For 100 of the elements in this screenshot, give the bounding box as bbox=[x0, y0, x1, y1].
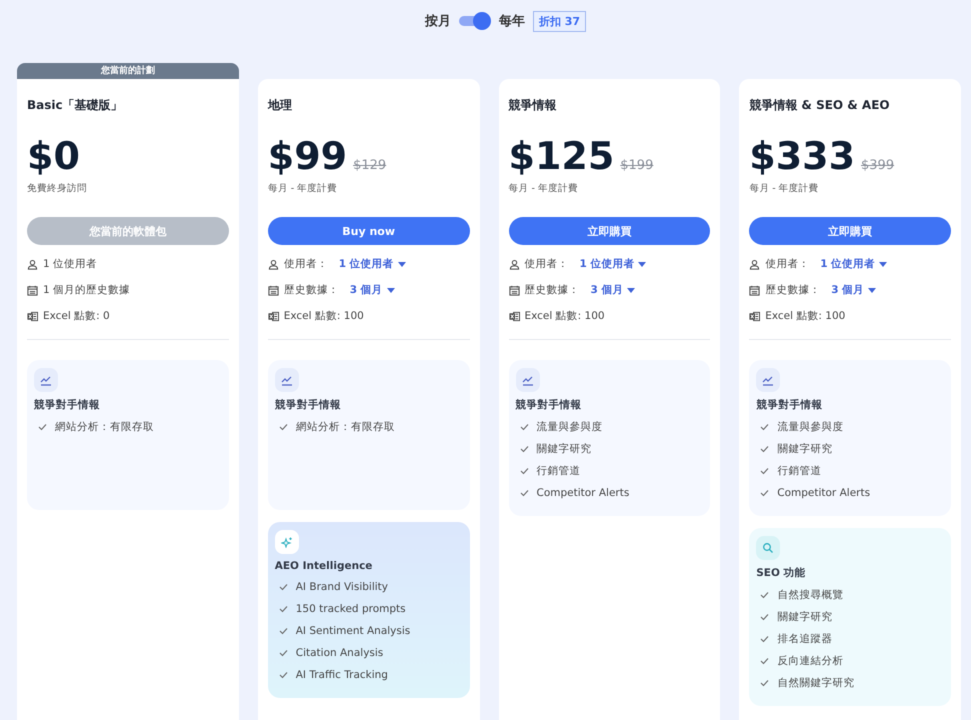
user-icon bbox=[27, 258, 38, 270]
billing-period: 每月 - 年度計費 bbox=[749, 182, 820, 195]
feature-item: AI Brand Visibility bbox=[296, 581, 388, 593]
check-icon bbox=[760, 591, 770, 599]
calendar-icon bbox=[508, 284, 520, 296]
billing-toggle[interactable] bbox=[458, 12, 491, 30]
original-price: $199 bbox=[620, 158, 654, 173]
check-icon bbox=[38, 423, 47, 431]
price: $0 bbox=[27, 136, 80, 176]
check-icon bbox=[278, 605, 288, 613]
feature-item: 關鍵字研究 bbox=[536, 442, 592, 456]
spec-dropdown[interactable]: 3 個月 bbox=[350, 283, 395, 297]
caret-icon bbox=[386, 288, 395, 292]
caret-icon bbox=[638, 262, 646, 266]
chart-line-icon bbox=[34, 368, 58, 392]
calendar-icon bbox=[27, 284, 38, 296]
spec-dropdown[interactable]: 3 個月 bbox=[831, 283, 876, 297]
feature-item: 流量與參與度 bbox=[777, 420, 844, 434]
plan-name: 競爭情報 & SEO & AEO bbox=[749, 97, 891, 114]
feature-group-title: 競爭對手情報 bbox=[516, 398, 582, 412]
check-icon bbox=[278, 583, 288, 591]
buy-button[interactable]: 立即購買 bbox=[749, 217, 951, 245]
spec-label: Excel 點數: 100 bbox=[284, 309, 364, 323]
feature-item: 行銷管道 bbox=[536, 464, 580, 478]
feature-item: 自然搜尋概覽 bbox=[777, 588, 844, 602]
spec-label: Excel 點數: 100 bbox=[524, 309, 605, 323]
caret-icon bbox=[868, 288, 876, 292]
feature-item: AI Sentiment Analysis bbox=[296, 625, 410, 637]
chart-line-icon bbox=[756, 368, 780, 392]
spec-label: 使用者： bbox=[524, 257, 568, 271]
feature-item: Competitor Alerts bbox=[536, 487, 630, 499]
plan-name: 地理 bbox=[268, 97, 293, 114]
spec-dropdown[interactable]: 1 位使用者 bbox=[338, 257, 406, 271]
discount-badge: 折扣 37 bbox=[532, 10, 586, 32]
user-icon bbox=[508, 258, 520, 270]
feature-group-title: AEO Intelligence bbox=[274, 560, 374, 572]
spec-dropdown[interactable]: 1 位使用者 bbox=[580, 257, 646, 271]
calendar-icon bbox=[268, 284, 279, 296]
spreadsheet-icon bbox=[508, 310, 520, 322]
user-icon bbox=[749, 258, 760, 270]
spec-label: Excel 點數: 100 bbox=[765, 309, 846, 323]
feature-item: Citation Analysis bbox=[296, 647, 384, 659]
sparkle-icon bbox=[274, 530, 299, 554]
check-icon bbox=[278, 627, 288, 635]
billing-period: 免費終身訪問 bbox=[27, 182, 88, 195]
check-icon bbox=[760, 613, 770, 621]
check-icon bbox=[520, 489, 528, 497]
chart-line-icon bbox=[516, 368, 540, 392]
check-icon bbox=[760, 423, 770, 431]
spec-label: 使用者： bbox=[284, 257, 328, 271]
feature-item: 關鍵字研究 bbox=[777, 442, 832, 456]
feature-group-title: 競爭對手情報 bbox=[274, 398, 342, 412]
feature-item: 反向連結分析 bbox=[777, 654, 844, 668]
plan-name: Basic「基礎版」 bbox=[27, 97, 124, 114]
price: $99 bbox=[268, 136, 348, 176]
spec-label: 使用者： bbox=[765, 257, 810, 271]
check-icon bbox=[520, 423, 528, 431]
check-icon bbox=[760, 489, 770, 497]
check-icon bbox=[278, 671, 288, 679]
chart-line-icon bbox=[274, 368, 299, 392]
billing-period: 每月 - 年度計費 bbox=[268, 182, 338, 195]
check-icon bbox=[520, 467, 528, 475]
check-icon bbox=[278, 423, 288, 431]
feature-item: 行銷管道 bbox=[777, 464, 822, 478]
spreadsheet-icon bbox=[268, 310, 279, 322]
billing-period: 每月 - 年度計費 bbox=[508, 182, 579, 195]
feature-item: Competitor Alerts bbox=[777, 487, 870, 499]
check-icon bbox=[520, 445, 528, 453]
calendar-icon bbox=[749, 284, 760, 296]
feature-item: 自然關鍵字研究 bbox=[777, 676, 854, 690]
spreadsheet-icon bbox=[749, 310, 760, 322]
spec-label: 歷史數據： bbox=[284, 283, 339, 297]
feature-item: AI Traffic Tracking bbox=[296, 669, 388, 681]
buy-button[interactable]: Buy now bbox=[268, 217, 470, 245]
spec-dropdown[interactable]: 3 個月 bbox=[590, 283, 636, 297]
feature-item: 關鍵字研究 bbox=[777, 610, 832, 624]
price: $125 bbox=[508, 136, 614, 176]
spec-label: 歷史數據： bbox=[524, 283, 580, 297]
check-icon bbox=[760, 445, 770, 453]
feature-item: 網站分析：有限存取 bbox=[296, 420, 395, 434]
feature-item: 排名追蹤器 bbox=[777, 632, 832, 646]
spec-label: Excel 點數: 0 bbox=[43, 309, 110, 323]
spec-dropdown[interactable]: 1 位使用者 bbox=[820, 257, 888, 271]
plan-name: 競爭情報 bbox=[508, 97, 558, 114]
monthly-label: 按月 bbox=[424, 13, 451, 30]
search-icon bbox=[756, 536, 780, 560]
feature-item: 網站分析：有限存取 bbox=[55, 420, 154, 434]
spreadsheet-icon bbox=[27, 310, 38, 322]
feature-group-title: SEO 功能 bbox=[756, 566, 807, 580]
feature-item: 流量與參與度 bbox=[536, 420, 602, 434]
check-icon bbox=[760, 657, 770, 665]
buy-button[interactable]: 立即購買 bbox=[508, 217, 710, 245]
price: $333 bbox=[749, 136, 856, 176]
spec-label: 歷史數據： bbox=[765, 283, 820, 297]
yearly-label: 每年 bbox=[498, 13, 525, 30]
caret-icon bbox=[627, 288, 636, 292]
user-icon bbox=[268, 258, 279, 270]
original-price: $129 bbox=[353, 158, 386, 173]
check-icon bbox=[760, 635, 770, 643]
caret-icon bbox=[398, 262, 406, 266]
